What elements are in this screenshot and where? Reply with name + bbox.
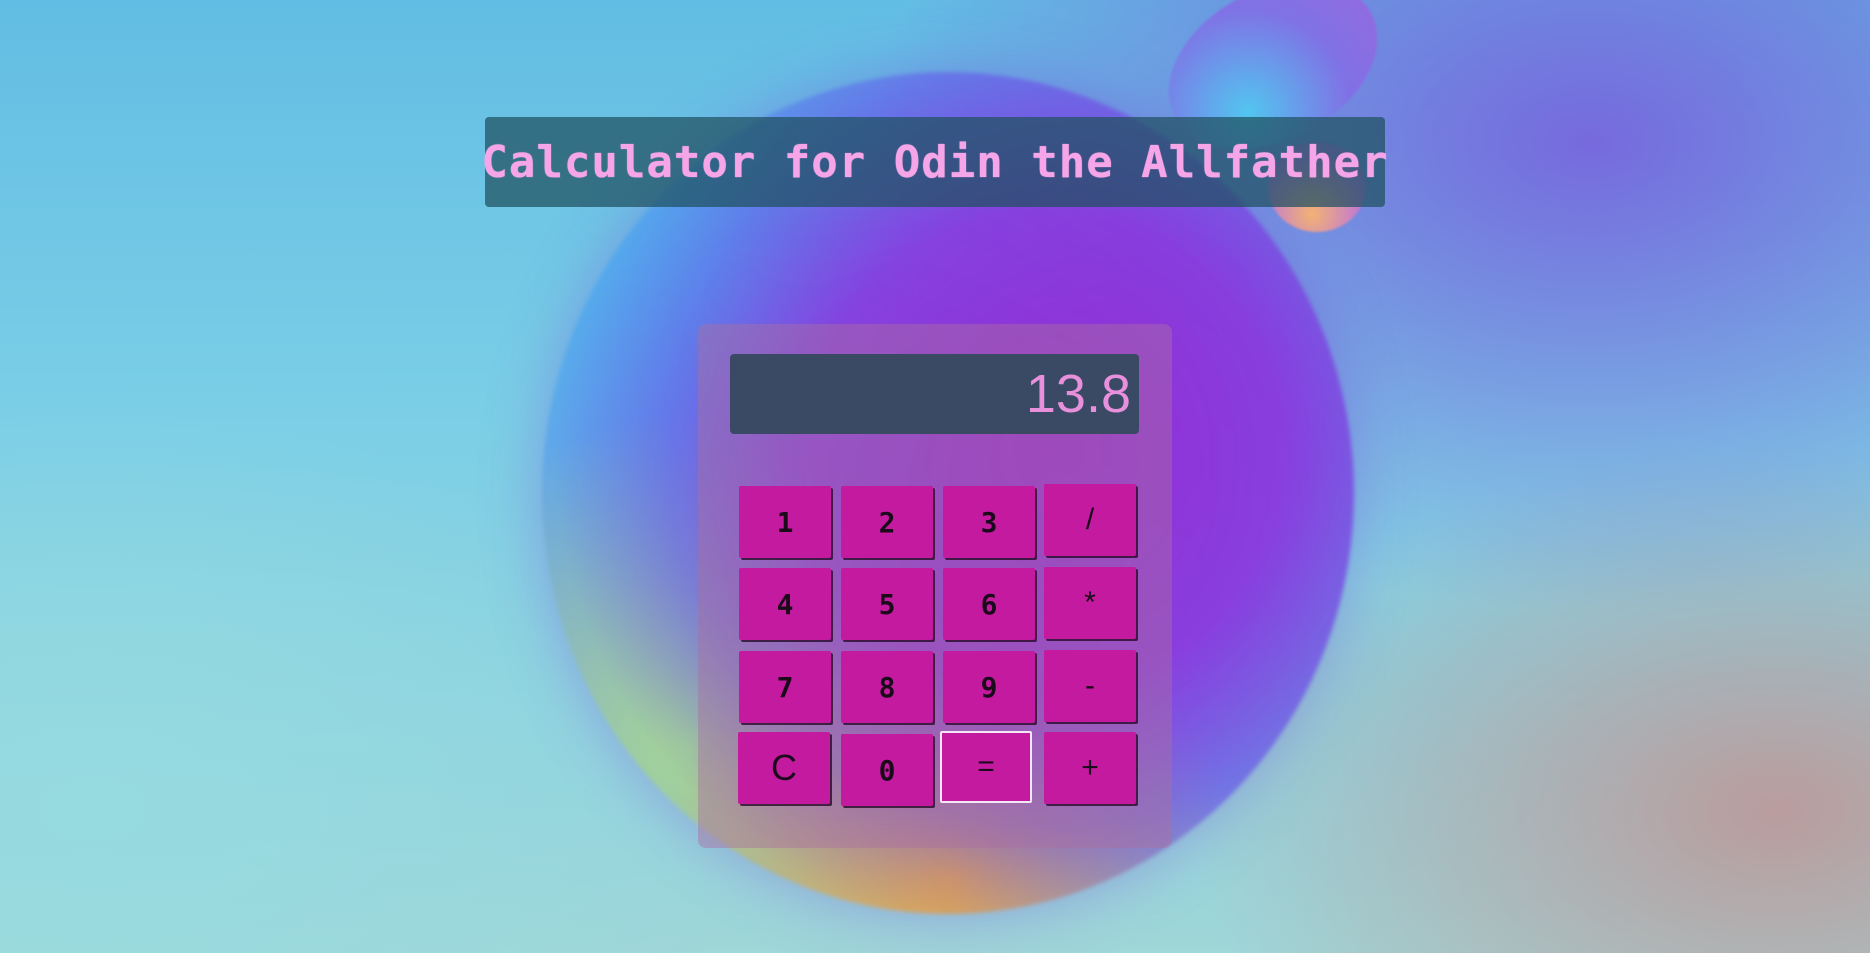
title-banner: Calculator for Odin the Allfather [481,117,1388,207]
multiply-button[interactable]: * [1044,567,1136,639]
page-title: Calculator for Odin the Allfather [481,136,1389,188]
add-button[interactable]: + [1044,732,1136,804]
key-1-button[interactable]: 1 [739,486,831,558]
calculator: 13.8 1 2 3 / 4 5 6 * 7 8 9 - C 0 = + [698,324,1172,848]
divide-button[interactable]: / [1044,484,1136,556]
clear-button[interactable]: C [738,732,830,804]
key-6-button[interactable]: 6 [943,568,1035,640]
key-8-button[interactable]: 8 [841,651,933,723]
subtract-button[interactable]: - [1044,650,1136,722]
key-5-button[interactable]: 5 [841,568,933,640]
key-7-button[interactable]: 7 [739,651,831,723]
key-9-button[interactable]: 9 [943,651,1035,723]
key-3-button[interactable]: 3 [943,486,1035,558]
calculator-display: 13.8 [730,354,1139,434]
display-value: 13.8 [1025,364,1131,424]
key-2-button[interactable]: 2 [841,486,933,558]
key-4-button[interactable]: 4 [739,568,831,640]
equals-button[interactable]: = [940,731,1032,803]
key-0-button[interactable]: 0 [841,734,933,806]
